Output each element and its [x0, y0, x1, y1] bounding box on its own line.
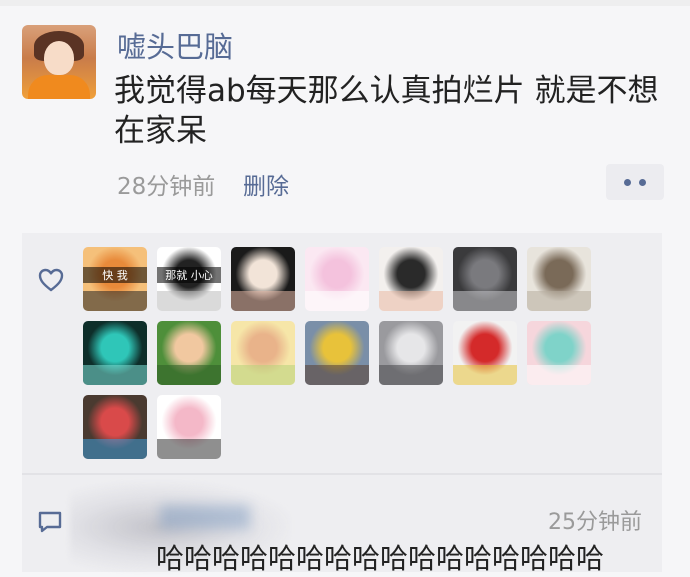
more-dot-icon	[639, 178, 646, 186]
liker-avatar-dark-portrait[interactable]	[453, 247, 517, 311]
liker-avatar-detail	[379, 365, 443, 385]
liker-avatar-anime-girl-sunglasses[interactable]: 快 我	[83, 247, 147, 311]
liker-avatar-caption: 快 我	[83, 267, 147, 283]
liker-avatar-panda-meme[interactable]: 那就 小心	[157, 247, 221, 311]
liker-avatar-detail	[453, 291, 517, 311]
heart-icon	[38, 268, 64, 292]
liker-avatar-white-bunny-sketch[interactable]	[157, 395, 221, 459]
comment-icon	[38, 511, 62, 533]
liker-avatar-detail	[305, 291, 369, 311]
blurred-commenter-mark	[160, 505, 250, 529]
top-divider	[0, 0, 690, 6]
liker-avatar-couple-illustration[interactable]	[379, 247, 443, 311]
liker-avatar-detail	[157, 291, 221, 311]
comment-timestamp: 25分钟前	[548, 510, 642, 535]
liker-avatar-bunny-cartoon[interactable]	[305, 247, 369, 311]
comment-text[interactable]: 哈哈哈哈哈哈哈哈哈哈哈哈哈哈哈哈	[156, 537, 604, 577]
liker-avatar-caption: 那就 小心	[157, 267, 221, 283]
liker-avatar-pug-red-hood[interactable]	[453, 321, 517, 385]
liker-avatar-detail	[157, 365, 221, 385]
liker-avatar-detail	[83, 365, 147, 385]
liker-avatar-boy-green-field[interactable]	[157, 321, 221, 385]
liker-avatar-detail	[453, 365, 517, 385]
delete-button[interactable]: 删除	[243, 167, 289, 201]
post-timestamp: 28分钟前	[117, 174, 216, 200]
avatar-face	[44, 41, 74, 75]
liker-avatar-detail	[231, 365, 295, 385]
liker-avatar-detail	[527, 365, 591, 385]
user-avatar[interactable]	[22, 25, 96, 99]
liker-avatar-anime-kid[interactable]	[231, 321, 295, 385]
liker-avatar-cat-in-bowl[interactable]	[379, 321, 443, 385]
liker-avatar-cat-photo[interactable]	[527, 247, 591, 311]
liker-avatar-detail	[157, 439, 221, 459]
liker-avatar-bear-scooter[interactable]	[527, 321, 591, 385]
liker-avatar-man-yellow-shirt[interactable]	[305, 321, 369, 385]
liker-avatar-green-hair-figure[interactable]	[83, 321, 147, 385]
liker-avatar-woman-with-flower[interactable]	[231, 247, 295, 311]
liker-avatar-detail	[305, 365, 369, 385]
liker-avatar-man-with-flowers[interactable]	[83, 395, 147, 459]
liker-avatar-detail	[83, 291, 147, 311]
post-username[interactable]: 嘘头巴脑	[117, 24, 233, 66]
liker-avatar-detail	[231, 291, 295, 311]
liker-avatar-detail	[83, 439, 147, 459]
liker-avatar-detail	[527, 291, 591, 311]
liker-avatar-detail	[379, 291, 443, 311]
more-options-button[interactable]	[606, 164, 664, 200]
post-text: 我觉得ab每天那么认真拍烂片 就是不想在家呆	[114, 73, 659, 149]
more-dot-icon	[624, 178, 631, 186]
avatar-jacket	[28, 75, 90, 99]
